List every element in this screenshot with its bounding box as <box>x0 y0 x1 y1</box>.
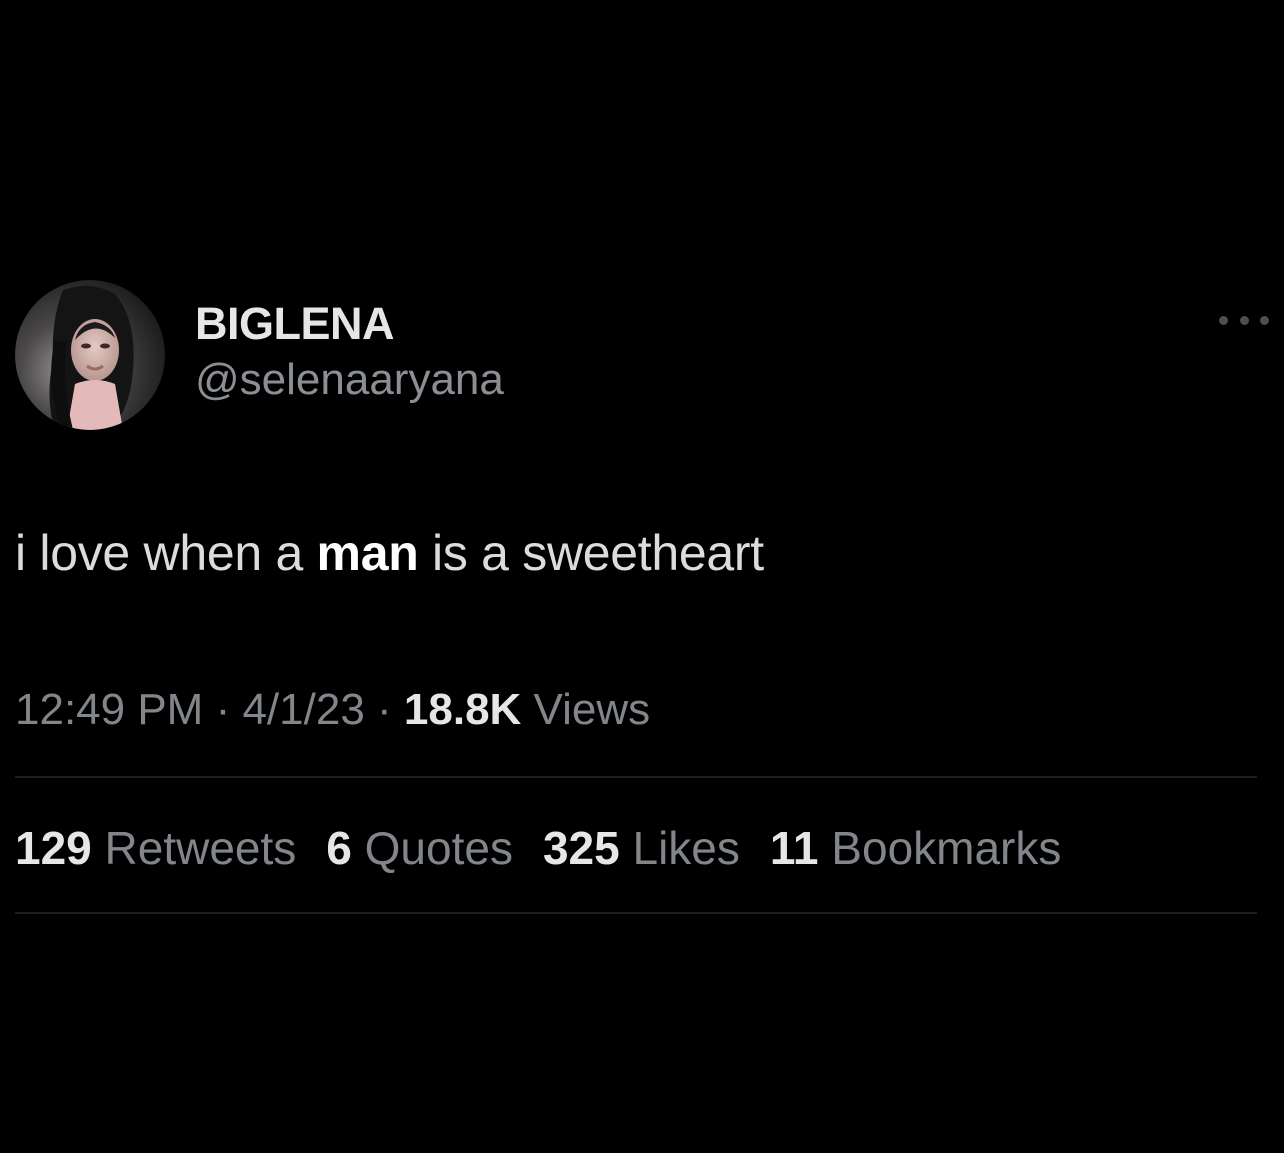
meta-separator: · <box>203 685 243 734</box>
tweet-time[interactable]: 12:49 PM <box>15 685 203 734</box>
likes-count: 325 <box>542 822 620 874</box>
avatar[interactable] <box>15 280 165 430</box>
avatar-image <box>15 280 165 430</box>
retweets-label: Retweets <box>91 822 297 874</box>
tweet: BIGLENA @selenaaryana i love when a man … <box>0 0 1284 1153</box>
bookmarks-label: Bookmarks <box>818 822 1062 874</box>
bookmarks-stat[interactable]: 11 Bookmarks <box>770 820 1062 876</box>
more-dot <box>1219 315 1228 325</box>
author-handle[interactable]: @selenaaryana <box>195 354 504 406</box>
tweet-text-after: is a sweetheart <box>418 525 764 581</box>
meta-separator: · <box>364 685 404 734</box>
tweet-stats: 129 Retweets 6 Quotes 325 Likes 11 Bookm… <box>15 820 1091 876</box>
more-dot <box>1260 315 1269 325</box>
likes-label: Likes <box>619 822 740 874</box>
quotes-label: Quotes <box>351 822 513 874</box>
tweet-header: BIGLENA @selenaaryana <box>15 280 1269 432</box>
quotes-stat[interactable]: 6 Quotes <box>326 820 513 876</box>
tweet-text-before: i love when a <box>15 525 317 581</box>
tweet-meta: 12:49 PM · 4/1/23 · 18.8K Views <box>15 682 650 738</box>
tweet-text: i love when a man is a sweetheart <box>15 522 764 584</box>
more-dot <box>1239 315 1249 325</box>
views-label: Views <box>521 685 651 734</box>
divider <box>15 776 1257 778</box>
author-names: BIGLENA @selenaaryana <box>195 298 504 406</box>
quotes-count: 6 <box>326 822 352 874</box>
retweets-count: 129 <box>15 822 92 874</box>
bookmarks-count: 11 <box>769 822 819 874</box>
divider <box>15 912 1257 914</box>
retweets-stat[interactable]: 129 Retweets <box>15 820 296 876</box>
views-count: 18.8K <box>403 685 522 734</box>
more-horizontal-icon[interactable] <box>1219 310 1269 330</box>
tweet-text-bold: man <box>316 525 419 581</box>
likes-stat[interactable]: 325 Likes <box>543 820 740 876</box>
display-name[interactable]: BIGLENA <box>195 298 504 350</box>
tweet-date[interactable]: 4/1/23 <box>242 685 364 734</box>
